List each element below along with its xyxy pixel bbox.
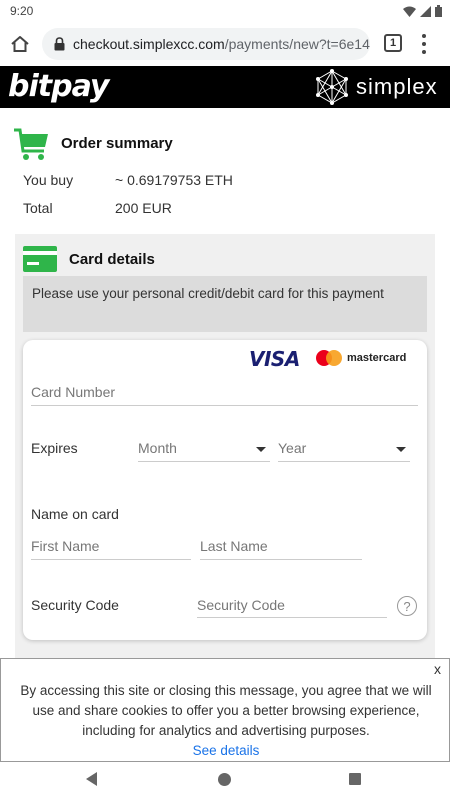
simplex-logo: simplex xyxy=(314,69,438,105)
address-bar[interactable]: checkout.simplexcc.com/payments/new?t=6e… xyxy=(42,28,370,60)
first-name-placeholder: First Name xyxy=(31,538,100,554)
total-value: 200 EUR xyxy=(115,200,172,216)
simplex-wordmark: simplex xyxy=(356,74,438,99)
last-name-placeholder: Last Name xyxy=(200,538,268,554)
tab-switcher-button[interactable]: 1 xyxy=(384,34,402,52)
chevron-down-icon xyxy=(256,447,266,452)
you-buy-value: ~ 0.69179753 ETH xyxy=(115,172,233,188)
mastercard-circles-icon xyxy=(316,350,342,366)
battery-icon xyxy=(435,5,442,17)
mastercard-wordmark: mastercard xyxy=(347,352,407,364)
overflow-menu-button[interactable] xyxy=(418,34,430,54)
signal-icon xyxy=(420,5,431,17)
cookie-banner: x By accessing this site or closing this… xyxy=(0,658,450,762)
card-number-input[interactable]: Card Number xyxy=(31,380,418,406)
chevron-down-icon xyxy=(396,447,406,452)
security-code-placeholder: Security Code xyxy=(197,597,285,613)
personal-card-notice: Please use your personal credit/debit ca… xyxy=(23,276,427,332)
visa-logo: VISA xyxy=(249,347,300,371)
card-number-placeholder: Card Number xyxy=(31,384,116,400)
status-time: 9:20 xyxy=(10,4,34,18)
system-nav-bar xyxy=(0,762,450,800)
total-label: Total xyxy=(23,200,53,216)
shopping-cart-icon xyxy=(14,128,48,160)
name-on-card-label: Name on card xyxy=(31,506,119,522)
menu-dot-icon xyxy=(422,42,426,46)
credit-card-icon xyxy=(23,246,57,272)
browser-toolbar: checkout.simplexcc.com/payments/new?t=6e… xyxy=(0,22,450,66)
card-details-panel: Card details Please use your personal cr… xyxy=(15,234,435,664)
card-form: VISA mastercard Card Number Expires Mont… xyxy=(23,340,427,640)
url-host: checkout.simplexcc.com xyxy=(73,36,225,52)
menu-dot-icon xyxy=(422,50,426,54)
last-name-input[interactable]: Last Name xyxy=(200,536,362,560)
back-icon[interactable] xyxy=(86,772,97,786)
system-icons xyxy=(403,5,442,17)
cookie-message-text: By accessing this site or closing this m… xyxy=(20,683,432,738)
expiry-month-select[interactable]: Month xyxy=(138,440,270,462)
lock-icon xyxy=(54,37,65,51)
year-placeholder: Year xyxy=(278,440,307,456)
security-code-input[interactable]: Security Code xyxy=(197,594,387,618)
url-path: /payments/new?t=6e14 xyxy=(224,36,370,52)
cookie-message: By accessing this site or closing this m… xyxy=(11,681,441,761)
home-button[interactable] xyxy=(8,32,32,56)
card-details-title: Card details xyxy=(69,251,155,268)
menu-dot-icon xyxy=(422,34,426,38)
security-code-label: Security Code xyxy=(31,597,119,613)
bitpay-logo[interactable]: bitpay xyxy=(8,69,109,104)
month-placeholder: Month xyxy=(138,440,177,456)
home-icon xyxy=(11,36,29,52)
mastercard-logo: mastercard xyxy=(315,349,406,367)
status-bar: 9:20 xyxy=(0,0,450,22)
see-details-link[interactable]: See details xyxy=(193,743,260,758)
recent-apps-icon[interactable] xyxy=(349,773,361,785)
order-summary-title: Order summary xyxy=(61,135,173,152)
close-icon[interactable]: x xyxy=(434,661,441,677)
you-buy-label: You buy xyxy=(23,172,74,188)
home-circle-icon[interactable] xyxy=(218,773,231,786)
first-name-input[interactable]: First Name xyxy=(31,536,191,560)
simplex-network-icon xyxy=(316,69,348,105)
expires-label: Expires xyxy=(31,440,78,456)
help-icon[interactable]: ? xyxy=(397,596,417,616)
wifi-icon xyxy=(403,6,416,17)
expiry-year-select[interactable]: Year xyxy=(278,440,410,462)
site-header: bitpay simplex xyxy=(0,66,450,108)
url-text: checkout.simplexcc.com/payments/new?t=6e… xyxy=(73,36,370,52)
